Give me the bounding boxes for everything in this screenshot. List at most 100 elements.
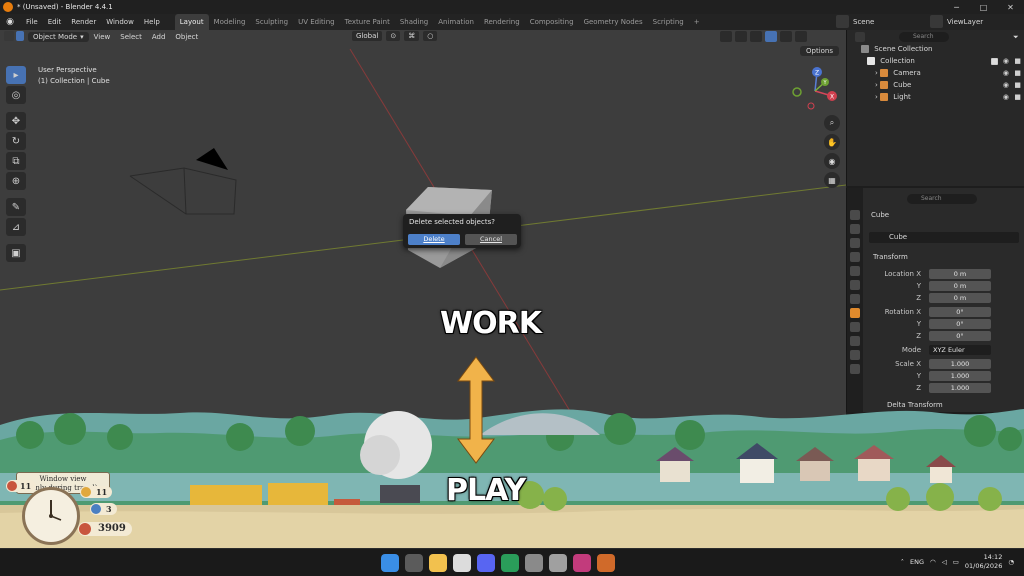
object-name-field[interactable]: Cube [869, 232, 1019, 243]
scale-tool[interactable]: ⧉ [6, 152, 26, 170]
options-button[interactable]: Options [800, 46, 840, 56]
expand-arrow-icon[interactable]: › [875, 69, 878, 77]
render-camera-icon[interactable]: ■ [1014, 68, 1021, 79]
rotation-z-field[interactable]: 0° [929, 331, 991, 341]
discord-icon[interactable] [477, 554, 495, 572]
editor-type-icon[interactable] [4, 31, 14, 41]
view-layer-tab-icon[interactable] [850, 252, 860, 262]
tab-compositing[interactable]: Compositing [525, 14, 579, 30]
scale-x-field[interactable]: 1.000 [929, 359, 991, 369]
blender-menu-icon[interactable]: ◉ [4, 16, 16, 28]
expand-arrow-icon[interactable]: › [875, 81, 878, 89]
render-tab-icon[interactable] [850, 224, 860, 234]
rotation-x-field[interactable]: 0° [929, 307, 991, 317]
wifi-icon[interactable]: ◠ [930, 558, 936, 566]
navigation-gizmo[interactable]: Z X Y [790, 66, 840, 116]
rendered-shading-icon[interactable] [795, 31, 807, 42]
menu-render[interactable]: Render [66, 14, 101, 30]
perspective-toggle-icon[interactable]: ▦ [824, 172, 840, 188]
spreadsheet-icon[interactable] [501, 554, 519, 572]
properties-search-input[interactable]: Search [907, 194, 977, 204]
tab-modeling[interactable]: Modeling [209, 14, 251, 30]
camera-view-icon[interactable]: ◉ [824, 153, 840, 169]
add-workspace-button[interactable]: + [689, 14, 705, 30]
pivot-icon[interactable]: ⊙ [386, 31, 401, 41]
menu-edit[interactable]: Edit [43, 14, 67, 30]
outliner-row-camera[interactable]: › Camera ◉ ■ [847, 68, 1024, 79]
tab-scripting[interactable]: Scripting [648, 14, 689, 30]
select-mode-icon[interactable] [16, 31, 24, 41]
maximize-button[interactable]: □ [970, 0, 997, 14]
tab-uv-editing[interactable]: UV Editing [293, 14, 340, 30]
transform-tool[interactable]: ⊕ [6, 172, 26, 190]
minimize-button[interactable]: ─ [943, 0, 970, 14]
view-layer-name[interactable]: ViewLayer [947, 18, 983, 26]
menu-window[interactable]: Window [101, 14, 139, 30]
filter-icon[interactable]: ⏷ [1013, 33, 1019, 42]
xray-toggle-icon[interactable] [735, 31, 747, 42]
file-explorer-icon[interactable] [429, 554, 447, 572]
ide-icon[interactable] [573, 554, 591, 572]
tab-geometry-nodes[interactable]: Geometry Nodes [579, 14, 648, 30]
tool-tab-icon[interactable] [850, 210, 860, 220]
outliner-row-cube[interactable]: › Cube ◉ ■ [847, 80, 1024, 91]
menu-file[interactable]: File [21, 14, 43, 30]
wireframe-shading-icon[interactable] [750, 31, 762, 42]
material-shading-icon[interactable] [780, 31, 792, 42]
outliner-row-collection[interactable]: Collection ◉ ■ [847, 56, 1024, 67]
overlay-toggle-icon[interactable] [720, 31, 732, 42]
close-button[interactable]: ✕ [997, 0, 1024, 14]
scale-y-field[interactable]: 1.000 [929, 371, 991, 381]
location-x-field[interactable]: 0 m [929, 269, 991, 279]
render-camera-icon[interactable]: ■ [1014, 56, 1021, 67]
measure-tool[interactable]: ⊿ [6, 218, 26, 236]
object-mode-dropdown[interactable]: Object Mode ▾ [28, 32, 89, 42]
blender-taskbar-icon[interactable] [597, 554, 615, 572]
language-indicator[interactable]: ENG [910, 558, 924, 566]
battery-icon[interactable]: ▭ [953, 558, 959, 566]
zoom-icon[interactable]: ⌕ [824, 115, 840, 131]
menu-add[interactable]: Add [147, 33, 171, 41]
menu-help[interactable]: Help [139, 14, 165, 30]
camera-object[interactable] [196, 148, 228, 170]
outliner-editor-icon[interactable] [855, 32, 865, 42]
render-camera-icon[interactable]: ■ [1014, 92, 1021, 103]
visibility-eye-icon[interactable]: ◉ [1003, 80, 1009, 91]
menu-object[interactable]: Object [170, 33, 203, 41]
expand-arrow-icon[interactable]: › [875, 93, 878, 101]
rotation-mode-dropdown[interactable]: XYZ Euler [929, 345, 991, 355]
rotate-tool[interactable]: ↻ [6, 132, 26, 150]
tab-texture-paint[interactable]: Texture Paint [340, 14, 395, 30]
menu-view[interactable]: View [89, 33, 116, 41]
browser-icon[interactable] [453, 554, 471, 572]
visibility-eye-icon[interactable]: ◉ [1003, 68, 1009, 79]
orientation-dropdown[interactable]: Global [352, 31, 383, 41]
tab-layout[interactable]: Layout [174, 14, 209, 30]
tab-animation[interactable]: Animation [433, 14, 479, 30]
volume-icon[interactable]: ◁ [942, 558, 947, 566]
location-y-field[interactable]: 0 m [929, 281, 991, 291]
visibility-eye-icon[interactable]: ◉ [1003, 56, 1009, 67]
proportional-edit-icon[interactable]: ○ [423, 31, 438, 41]
render-camera-icon[interactable]: ■ [1014, 80, 1021, 91]
outliner-search-input[interactable]: Search [899, 32, 949, 42]
scene-name[interactable]: Scene [853, 18, 874, 26]
cursor-tool[interactable]: ◎ [6, 86, 26, 104]
output-tab-icon[interactable] [850, 238, 860, 248]
delete-button[interactable]: Delete [408, 234, 460, 245]
pan-hand-icon[interactable]: ✋ [824, 134, 840, 150]
scale-z-field[interactable]: 1.000 [929, 383, 991, 393]
task-view-icon[interactable] [405, 554, 423, 572]
cube-app-icon[interactable] [525, 554, 543, 572]
location-z-field[interactable]: 0 m [929, 293, 991, 303]
view-layer-selector[interactable]: ViewLayer [930, 15, 983, 28]
menu-select[interactable]: Select [115, 33, 147, 41]
outliner-row-scene-collection[interactable]: Scene Collection [847, 44, 1024, 55]
select-box-tool[interactable]: ▸ [6, 66, 26, 84]
taskbar-clock[interactable]: 14:12 01/06/2026 [965, 553, 1002, 571]
visibility-eye-icon[interactable]: ◉ [1003, 92, 1009, 103]
settings-gear-icon[interactable] [549, 554, 567, 572]
annotate-tool[interactable]: ✎ [6, 198, 26, 216]
add-cube-tool[interactable]: ▣ [6, 244, 26, 262]
outliner-row-light[interactable]: › Light ◉ ■ [847, 92, 1024, 103]
